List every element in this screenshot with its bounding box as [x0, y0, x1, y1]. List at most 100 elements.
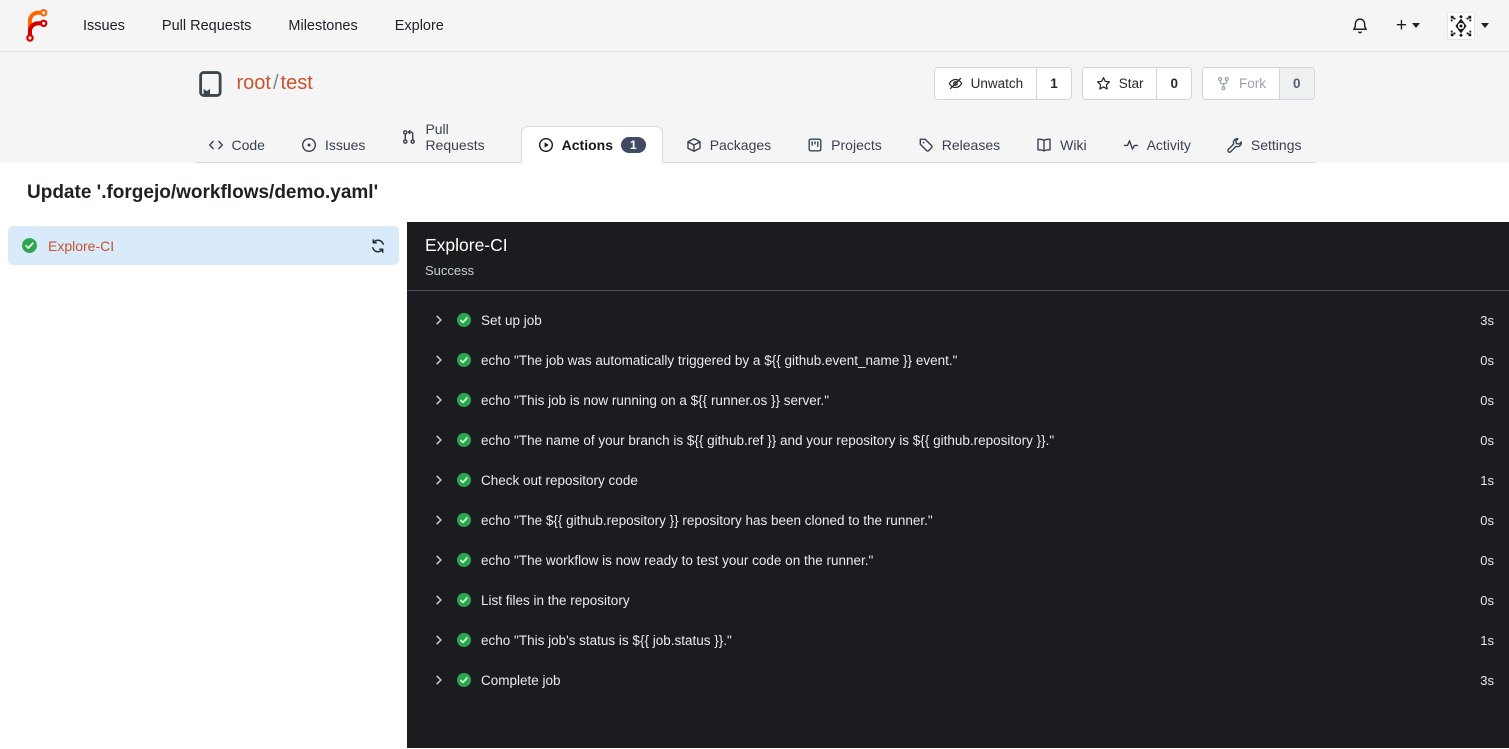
tab-releases[interactable]: Releases: [905, 126, 1013, 163]
job-list-sidebar: Explore-CI: [0, 222, 407, 748]
step-name: echo "The name of your branch is ${{ git…: [481, 432, 1055, 448]
tab-label: Actions: [561, 137, 613, 153]
project-board-icon: [807, 137, 823, 153]
step-name: List files in the repository: [481, 592, 630, 608]
repo-book-icon: [195, 69, 225, 99]
nav-link-issues[interactable]: Issues: [83, 18, 125, 34]
step-duration: 0s: [1480, 552, 1494, 568]
tab-label: Code: [231, 137, 265, 153]
step-name: echo "The workflow is now ready to test …: [481, 552, 874, 568]
tag-icon: [918, 137, 934, 153]
step-name: echo "The job was automatically triggere…: [481, 352, 958, 368]
notifications-button[interactable]: [1351, 17, 1369, 35]
tab-projects[interactable]: Projects: [794, 126, 895, 163]
repo-tabbar: Code Issues Pull Requests Actions 1 Pack…: [194, 116, 1315, 163]
step-name: echo "This job is now running on a ${{ r…: [481, 392, 830, 408]
repo-name-link[interactable]: test: [281, 72, 313, 94]
step-duration: 0s: [1480, 392, 1494, 408]
eye-off-icon: [948, 76, 963, 91]
tab-packages[interactable]: Packages: [673, 126, 784, 163]
check-circle-icon: [456, 352, 472, 368]
bell-icon: [1351, 17, 1369, 35]
step-duration: 1s: [1480, 632, 1494, 648]
code-icon: [208, 137, 224, 153]
chevron-right-icon: [433, 674, 445, 686]
step-row[interactable]: echo "The workflow is now ready to test …: [407, 540, 1509, 580]
chevron-right-icon: [433, 514, 445, 526]
tab-actions[interactable]: Actions 1: [520, 126, 663, 163]
avatar: [1447, 11, 1475, 40]
step-duration: 1s: [1480, 472, 1494, 488]
check-circle-icon: [456, 672, 472, 688]
repo-separator: /: [272, 72, 279, 94]
chevron-right-icon: [433, 474, 445, 486]
check-circle-icon: [456, 392, 472, 408]
forgejo-logo-icon[interactable]: [20, 9, 53, 42]
nav-link-milestones[interactable]: Milestones: [288, 18, 357, 34]
tab-code[interactable]: Code: [195, 126, 278, 163]
package-icon: [686, 137, 702, 153]
watch-button-group: Unwatch 1: [933, 67, 1072, 100]
step-duration: 0s: [1480, 512, 1494, 528]
star-button[interactable]: Star: [1082, 68, 1157, 99]
tab-issues[interactable]: Issues: [288, 126, 378, 163]
job-panel-header: Explore-CI Success: [407, 222, 1509, 291]
tab-wiki[interactable]: Wiki: [1023, 126, 1099, 163]
step-name: Set up job: [481, 312, 542, 328]
tab-label: Issues: [324, 137, 366, 153]
chevron-right-icon: [433, 394, 445, 406]
star-count[interactable]: 0: [1156, 68, 1191, 99]
check-circle-icon: [21, 237, 38, 254]
step-row[interactable]: Set up job 3s: [407, 300, 1509, 340]
step-row[interactable]: echo "This job is now running on a ${{ r…: [407, 380, 1509, 420]
step-duration: 0s: [1480, 592, 1494, 608]
step-name: Complete job: [481, 672, 561, 688]
create-new-button[interactable]: +: [1396, 16, 1420, 35]
rerun-job-icon[interactable]: [370, 238, 386, 254]
check-circle-icon: [456, 432, 472, 448]
check-circle-icon: [456, 512, 472, 528]
unwatch-label: Unwatch: [970, 76, 1024, 91]
check-circle-icon: [456, 632, 472, 648]
job-status-text: Success: [425, 263, 475, 278]
check-circle-icon: [456, 312, 472, 328]
tab-activity[interactable]: Activity: [1110, 126, 1204, 163]
step-row[interactable]: List files in the repository 0s: [407, 580, 1509, 620]
plus-icon: +: [1395, 15, 1407, 36]
nav-link-explore[interactable]: Explore: [395, 18, 444, 34]
repo-title: root / test: [195, 69, 313, 99]
unwatch-button[interactable]: Unwatch: [934, 68, 1037, 99]
nav-link-pull-requests[interactable]: Pull Requests: [162, 18, 251, 34]
step-row[interactable]: echo "The job was automatically triggere…: [407, 340, 1509, 380]
step-row[interactable]: echo "This job's status is ${{ job.statu…: [407, 620, 1509, 660]
step-row[interactable]: Check out repository code 1s: [407, 460, 1509, 500]
repo-owner-link[interactable]: root: [237, 72, 271, 94]
panel-job-name: Explore-CI: [425, 235, 508, 255]
job-item-explore-ci[interactable]: Explore-CI: [8, 226, 399, 265]
top-navbar: Issues Pull Requests Milestones Explore …: [0, 0, 1509, 52]
tab-label: Packages: [709, 137, 772, 153]
tools-icon: [1227, 137, 1243, 153]
user-menu-button[interactable]: [1447, 11, 1489, 40]
step-row[interactable]: Complete job 3s: [407, 660, 1509, 700]
tab-label: Pull Requests: [425, 121, 485, 153]
pulse-icon: [1123, 137, 1139, 153]
star-icon: [1096, 76, 1111, 91]
fork-button: Fork: [1202, 68, 1279, 99]
navbar-links: Issues Pull Requests Milestones Explore: [83, 18, 444, 34]
fork-button-group: Fork 0: [1201, 67, 1315, 100]
check-circle-icon: [456, 472, 472, 488]
fork-icon: [1216, 76, 1231, 91]
tab-settings[interactable]: Settings: [1214, 126, 1315, 163]
check-circle-icon: [456, 592, 472, 608]
step-duration: 3s: [1480, 312, 1494, 328]
navbar-right: +: [1351, 11, 1489, 40]
step-row[interactable]: echo "The name of your branch is ${{ git…: [407, 420, 1509, 460]
watch-count[interactable]: 1: [1036, 68, 1071, 99]
tab-pull-requests[interactable]: Pull Requests: [388, 110, 510, 163]
step-row[interactable]: echo "The ${{ github.repository }} repos…: [407, 500, 1509, 540]
star-button-group: Star 0: [1081, 67, 1192, 100]
step-duration: 0s: [1480, 432, 1494, 448]
job-detail-panel: Explore-CI Success Set up job 3s echo "T…: [407, 222, 1509, 748]
actions-run-page: Update '.forgejo/workflows/demo.yaml' Ex…: [0, 163, 1509, 748]
